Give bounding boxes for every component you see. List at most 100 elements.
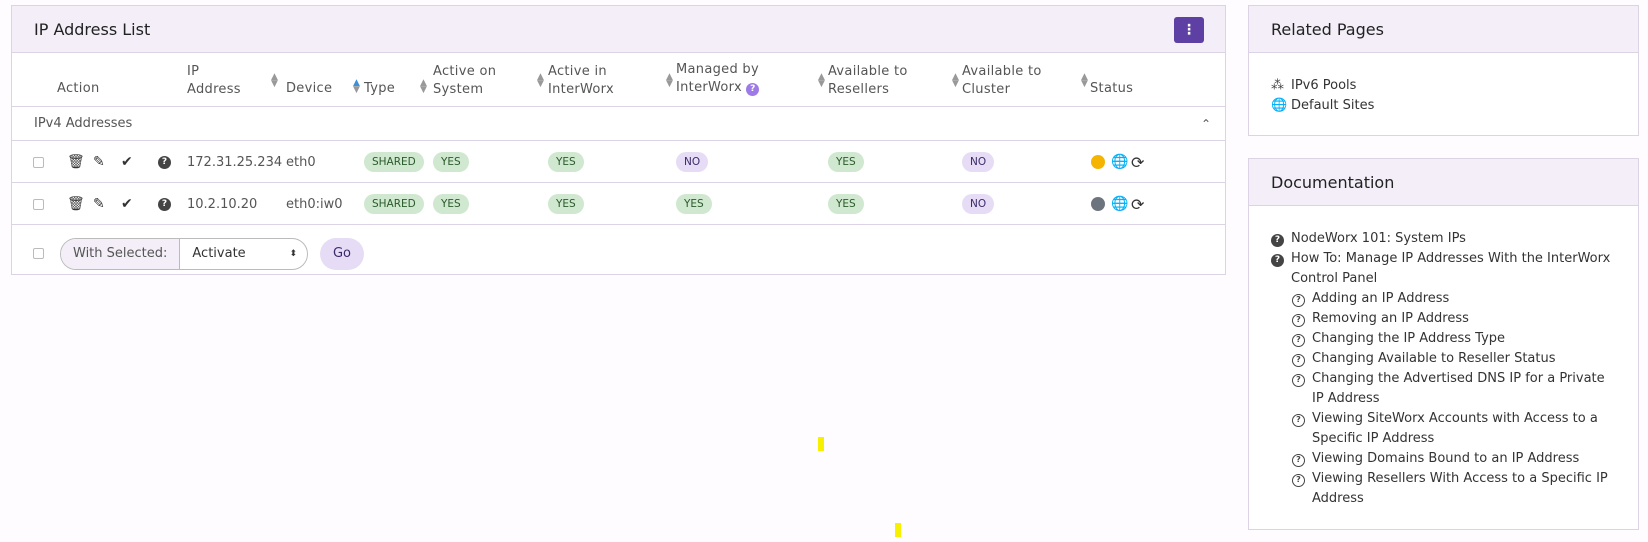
help-icon: ?: [1292, 309, 1312, 329]
help-icon: ?: [1271, 249, 1291, 269]
help-icon[interactable]: ?: [746, 83, 760, 96]
sort-icon[interactable]: ▲ ▼: [271, 73, 278, 89]
resellers-badge: YES: [828, 194, 864, 214]
col-cluster-line1: Available to: [962, 64, 1042, 79]
select-all-checkbox[interactable]: [33, 248, 44, 259]
row-checkbox[interactable]: [33, 198, 44, 210]
help-icon: ?: [1292, 409, 1312, 429]
col-resellers-line1: Available to: [828, 64, 908, 79]
col-managed-interworx[interactable]: Managed by InterWorx ?: [676, 61, 760, 97]
globe-icon[interactable]: 🌐: [1111, 141, 1128, 183]
sort-icon[interactable]: ▲ ▼: [1081, 73, 1088, 89]
sort-icon[interactable]: ▲ ▼: [537, 73, 544, 89]
doc-link[interactable]: ? Changing the Advertised DNS IP for a Pr…: [1271, 369, 1618, 409]
pencil-icon[interactable]: ✎: [93, 141, 105, 183]
help-icon[interactable]: ?: [158, 155, 171, 169]
trash-icon[interactable]: 🗑: [67, 141, 85, 183]
col-ip-address[interactable]: IP Address: [187, 63, 241, 99]
managed-badge: NO: [676, 152, 709, 172]
doc-link-label: Removing an IP Address: [1312, 311, 1469, 326]
check-icon[interactable]: ✔: [121, 183, 133, 225]
doc-link[interactable]: ? Removing an IP Address: [1271, 309, 1618, 329]
sort-asc-icon[interactable]: ▲ ▼: [353, 79, 360, 95]
doc-link[interactable]: ? Viewing SiteWorx Accounts with Access t…: [1271, 409, 1618, 449]
doc-link[interactable]: ? How To: Manage IP Addresses With the In…: [1271, 249, 1618, 289]
col-available-resellers[interactable]: Available to Resellers: [828, 63, 908, 99]
row-checkbox[interactable]: [33, 156, 44, 168]
related-link-default-sites[interactable]: 🌐 Default Sites: [1271, 96, 1616, 116]
col-active-iw-line2: InterWorx: [548, 82, 614, 97]
kebab-icon: ⋮: [1182, 22, 1196, 38]
col-available-cluster[interactable]: Available to Cluster: [962, 63, 1042, 99]
refresh-icon[interactable]: ⟳: [1131, 183, 1144, 225]
status-dot: [1091, 155, 1105, 169]
help-icon[interactable]: ?: [158, 197, 171, 211]
col-active-sys-line2: System: [433, 82, 484, 97]
doc-link-label: Viewing Resellers With Access to a Speci…: [1312, 471, 1608, 506]
page-title: IP Address List: [34, 19, 151, 39]
device: eth0:iw0: [286, 196, 343, 212]
ip-address: 172.31.25.234: [187, 154, 283, 170]
col-managed-line2: InterWorx: [676, 80, 742, 95]
col-type[interactable]: Type: [364, 80, 395, 98]
group-row-ipv4: IPv4 Addresses ⌃: [12, 107, 1225, 141]
kebab-menu-button[interactable]: ⋮: [1174, 17, 1204, 43]
documentation-panel: Documentation ? NodeWorx 101: System IPs?…: [1248, 158, 1639, 530]
col-managed-line1: Managed by: [676, 62, 759, 77]
doc-link[interactable]: ? Changing the IP Address Type: [1271, 329, 1618, 349]
col-action: Action: [57, 81, 100, 96]
col-active-interworx[interactable]: Active in InterWorx: [548, 63, 614, 99]
resellers-badge: YES: [828, 152, 864, 172]
highlight-mark: [895, 523, 901, 537]
doc-link[interactable]: ? Viewing Resellers With Access to a Spec…: [1271, 469, 1618, 509]
doc-link[interactable]: ? NodeWorx 101: System IPs: [1271, 229, 1618, 249]
pools-icon: ⁂: [1271, 78, 1284, 93]
ip-address: 10.2.10.20: [187, 196, 258, 212]
col-resellers-line2: Resellers: [828, 82, 890, 97]
related-pages-panel: Related Pages ⁂ IPv6 Pools 🌐 Default Sit…: [1248, 5, 1639, 136]
globe-icon: 🌐: [1271, 98, 1288, 113]
col-device[interactable]: Device: [286, 80, 332, 98]
table-row: 🗑 ✎ ✔ ? 10.2.10.20 eth0:iw0 SHARED YES Y…: [12, 183, 1225, 225]
group-label: IPv4 Addresses: [34, 116, 133, 131]
col-active-iw-line1: Active in: [548, 64, 607, 79]
related-link-ipv6-pools[interactable]: ⁂ IPv6 Pools: [1271, 76, 1616, 96]
check-icon[interactable]: ✔: [121, 141, 133, 183]
active-system-badge: YES: [433, 194, 469, 214]
collapse-icon[interactable]: ⌃: [1201, 107, 1211, 141]
col-ip-line2: Address: [187, 82, 241, 97]
pencil-icon[interactable]: ✎: [93, 183, 105, 225]
help-icon: ?: [1292, 329, 1312, 349]
related-link-label: Default Sites: [1291, 98, 1375, 113]
sort-icon[interactable]: ▲ ▼: [420, 79, 427, 95]
active-interworx-badge: YES: [548, 194, 584, 214]
doc-link-label: Changing the IP Address Type: [1312, 331, 1506, 346]
help-icon: ?: [1292, 369, 1312, 389]
doc-link[interactable]: ? Viewing Domains Bound to an IP Address: [1271, 449, 1618, 469]
doc-link[interactable]: ? Changing Available to Reseller Status: [1271, 349, 1618, 369]
with-selected-group: With Selected: Activate ⬍: [60, 238, 308, 270]
ip-address-list-panel: IP Address List ⋮ Action IP Address ▲ ▼ D…: [11, 5, 1226, 275]
bulk-action-select[interactable]: Activate ⬍: [180, 239, 307, 269]
doc-link-label: Viewing Domains Bound to an IP Address: [1312, 451, 1580, 466]
sort-icon[interactable]: ▲ ▼: [666, 73, 673, 89]
doc-link[interactable]: ? Adding an IP Address: [1271, 289, 1618, 309]
col-active-sys-line1: Active on: [433, 64, 497, 79]
help-icon: ?: [1271, 229, 1291, 249]
with-selected-label: With Selected:: [61, 239, 181, 269]
globe-icon[interactable]: 🌐: [1111, 183, 1128, 225]
refresh-icon[interactable]: ⟳: [1131, 141, 1144, 183]
doc-link-label: Changing Available to Reseller Status: [1312, 351, 1556, 366]
type-badge: SHARED: [364, 152, 424, 172]
trash-icon[interactable]: 🗑: [67, 183, 85, 225]
help-icon: ?: [1292, 449, 1312, 469]
go-button[interactable]: Go: [320, 238, 364, 270]
sort-icon[interactable]: ▲ ▼: [818, 73, 825, 89]
documentation-list: ? NodeWorx 101: System IPs? How To: Manage…: [1249, 206, 1638, 509]
active-interworx-badge: YES: [548, 152, 584, 172]
help-icon: ?: [1292, 469, 1312, 489]
bulk-action-value: Activate: [192, 246, 246, 261]
col-active-system[interactable]: Active on System: [433, 63, 496, 99]
sort-icon[interactable]: ▲ ▼: [952, 73, 959, 89]
help-icon: ?: [1292, 289, 1312, 309]
